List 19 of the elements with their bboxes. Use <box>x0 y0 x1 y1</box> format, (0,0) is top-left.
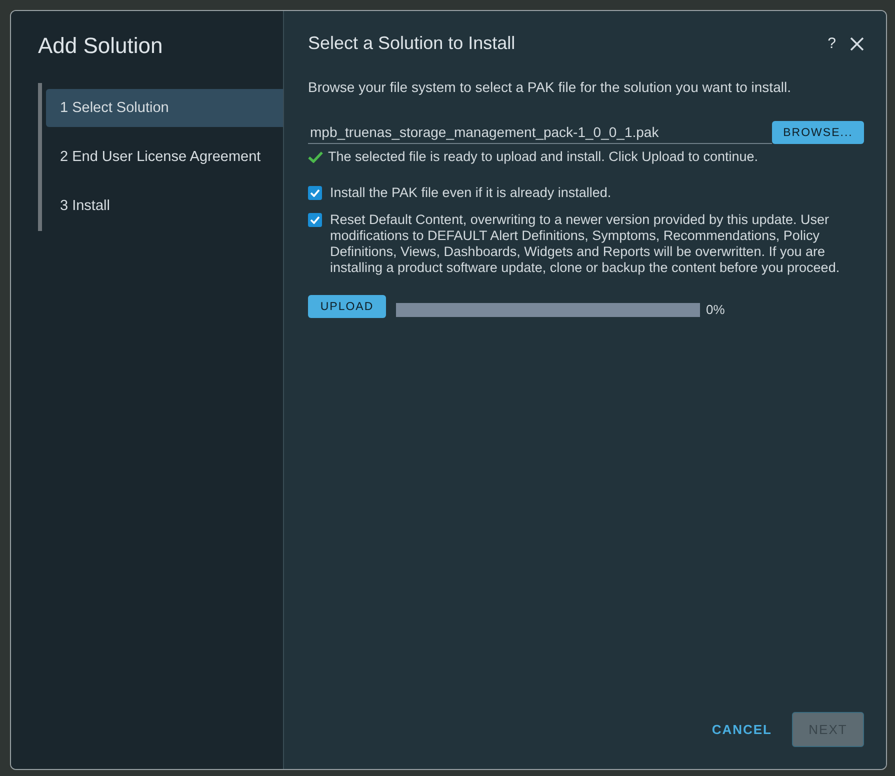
close-icon[interactable] <box>850 36 864 50</box>
wizard-step[interactable]: 2 End User License Agreement <box>46 138 283 176</box>
check-icon <box>308 150 323 162</box>
help-button[interactable]: ? <box>828 35 836 52</box>
checkbox-label: Reset Default Content, overwriting to a newer version provided by this update. User modifications to DEFAULT Alert Definitions, Symptoms, Recommendations, Policy Definitions, Views, Dashboards, Widgets and Reports will be overwritten. If you are installing a product software update, clone or backup the content before you proceed. <box>330 212 841 276</box>
dialog-title: Add Solution <box>38 33 164 59</box>
browse-button[interactable]: BROWSE... <box>772 121 864 144</box>
progress-percent: 0% <box>706 302 725 317</box>
cancel-button[interactable]: CANCEL <box>706 721 778 738</box>
page-title: Select a Solution to Install <box>308 33 516 54</box>
instruction-text: Browse your file system to select a PAK file for the solution you want to install. <box>308 79 792 95</box>
checkbox[interactable] <box>308 186 322 200</box>
wizard-step[interactable]: 3 Install <box>46 187 283 225</box>
status-message: The selected file is ready to upload and install. Click Upload to continue. <box>328 149 758 164</box>
upload-button[interactable]: UPLOAD <box>308 295 386 318</box>
checkbox[interactable] <box>308 213 322 227</box>
wizard-step[interactable]: 1 Select Solution <box>46 89 283 127</box>
checkbox-label: Install the PAK file even if it is already installed. <box>330 185 612 201</box>
file-path-field[interactable]: mpb_truenas_storage_management_pack-1_0_0_1.pak <box>308 124 772 144</box>
